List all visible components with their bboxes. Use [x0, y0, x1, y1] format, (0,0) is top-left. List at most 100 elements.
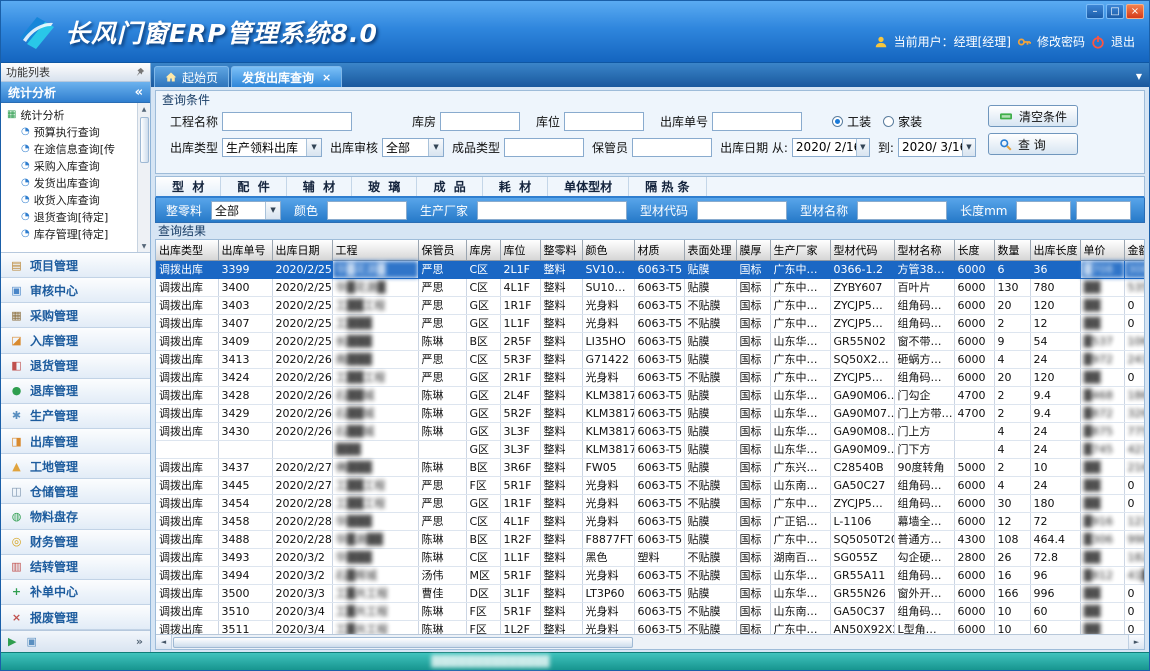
sidebar-module[interactable]: ▥ 结转管理 — [1, 555, 150, 580]
table-row[interactable]: 调拨出库34302020/2/26石▓▓城陈琳G区3L3F整料KLM381760… — [156, 422, 1144, 440]
sidebar-module[interactable]: ◨ 出库管理 — [1, 429, 150, 454]
close-button[interactable]: × — [1126, 4, 1144, 19]
minimize-button[interactable]: – — [1086, 4, 1104, 19]
tree-item[interactable]: ◔ 预算执行查询 — [7, 123, 136, 140]
sidebar-module[interactable]: ▤ 项目管理 — [1, 253, 150, 278]
manufacturer-input[interactable] — [477, 201, 627, 220]
sidebar-module[interactable]: × 报废管理 — [1, 605, 150, 630]
location-input[interactable] — [564, 112, 644, 131]
tree-scrollbar[interactable]: ▲ ▼ — [137, 103, 150, 252]
column-header[interactable]: 单价 — [1080, 240, 1124, 260]
table-row[interactable]: 调拨出库35102020/3/4工▓共工程陈琳F区5R1F整料光身料6063-T… — [156, 602, 1144, 620]
material-tab[interactable]: 玻 璃 — [352, 177, 417, 196]
table-row[interactable]: 调拨出库34002020/2/25华▓花源▓严思C区4L1F整料SU10…606… — [156, 278, 1144, 296]
audit-select[interactable]: 全部 ▼ — [382, 138, 444, 157]
scroll-up-icon[interactable]: ▲ — [142, 103, 147, 115]
scrollbar-thumb[interactable] — [173, 637, 633, 648]
material-tab[interactable]: 成 品 — [417, 177, 482, 196]
column-header[interactable]: 材质 — [634, 240, 684, 260]
whole-piece-select[interactable]: 全部 ▼ — [211, 201, 281, 220]
scroll-down-icon[interactable]: ▼ — [142, 240, 147, 252]
column-header[interactable]: 生产厂家 — [770, 240, 830, 260]
date-from-picker[interactable]: 2020/ 2/16 ▼ — [792, 138, 870, 157]
table-row[interactable]: 调拨出库34932020/3/2华▓▓▓陈琳C区1L1F整料黑色塑料不贴膜国标湖… — [156, 548, 1144, 566]
table-row[interactable]: 调拨出库35002020/3/3工▓共工程曹佳D区3L1F整料LT3P60606… — [156, 584, 1144, 602]
scrollbar-thumb[interactable] — [140, 117, 149, 163]
horizontal-scrollbar[interactable]: ◄ ► — [156, 634, 1144, 649]
sidebar-module[interactable]: ▦ 采购管理 — [1, 303, 150, 328]
column-header[interactable]: 整零料 — [540, 240, 582, 260]
table-row[interactable]: 调拨出库34452020/2/27工▓▓工程严思F区5R1F整料光身料6063-… — [156, 476, 1144, 494]
column-header[interactable]: 出库日期 — [272, 240, 332, 260]
column-header[interactable]: 颜色 — [582, 240, 634, 260]
sidebar-module[interactable]: ◍ 物料盘存 — [1, 504, 150, 529]
collapse-icon[interactable]: « — [135, 85, 143, 100]
product-type-input[interactable] — [504, 138, 584, 157]
sidebar-module[interactable]: ▲ 工地管理 — [1, 454, 150, 479]
table-row[interactable]: 调拨出库34282020/2/26石▓▓城陈琳G区2L4F整料KLM381760… — [156, 386, 1144, 404]
column-header[interactable]: 膜厚 — [736, 240, 770, 260]
change-password-button[interactable]: 修改密码 — [1037, 33, 1085, 50]
column-header[interactable]: 保管员 — [418, 240, 466, 260]
sidebar-section-statistics[interactable]: 统计分析 « — [1, 82, 150, 103]
material-tab[interactable]: 隔 热 条 — [629, 177, 706, 196]
material-tab[interactable]: 耗 材 — [483, 177, 548, 196]
column-header[interactable]: 金额 — [1124, 240, 1144, 260]
table-row[interactable]: 调拨出库34242020/2/26工▓▓工程严思G区2R1F整料光身料6063-… — [156, 368, 1144, 386]
table-row[interactable]: 调拨出库33992020/2/25华▓花源▓严思C区2L1F整料SV10…606… — [156, 260, 1144, 278]
column-header[interactable]: 库房 — [466, 240, 500, 260]
material-tab[interactable]: 配 件 — [221, 177, 286, 196]
date-to-picker[interactable]: 2020/ 3/16 ▼ — [898, 138, 976, 157]
table-row[interactable]: 调拨出库34882020/2/28华▓源▓▓陈琳B区1R2F整料F8877FT6… — [156, 530, 1144, 548]
column-header[interactable]: 工程 — [332, 240, 418, 260]
tree-item[interactable]: ◔ 收货入库查询 — [7, 191, 136, 208]
order-no-input[interactable] — [712, 112, 802, 131]
scroll-left-icon[interactable]: ◄ — [156, 635, 172, 649]
sidebar-module[interactable]: ● 退库管理 — [1, 379, 150, 404]
table-row[interactable]: ▓▓▓G区3L3F整料KLM38176063-T5贴膜国标山东华…GA90M09… — [156, 440, 1144, 458]
maximize-button[interactable]: □ — [1106, 4, 1124, 19]
radio-option[interactable]: 工装 — [832, 113, 871, 130]
material-tab[interactable]: 单体型材 — [548, 177, 629, 196]
length-max-input[interactable] — [1076, 201, 1131, 220]
tab-overflow-icon[interactable]: ▼ — [1136, 72, 1142, 81]
sidebar-module[interactable]: ▣ 审核中心 — [1, 278, 150, 303]
sidebar-tool-icon[interactable]: » — [136, 635, 143, 648]
clear-button[interactable]: 清空条件 — [988, 105, 1078, 127]
table-row[interactable]: 调拨出库34542020/2/28工▓▓工程严思G区1R1F整料光身料6063-… — [156, 494, 1144, 512]
pin-icon[interactable] — [135, 67, 145, 77]
scrollbar-track[interactable] — [172, 635, 1128, 649]
material-tab[interactable]: 型 材 — [156, 177, 221, 196]
table-row[interactable]: 调拨出库34032020/2/25工▓▓工程严思G区1R1F整料光身料6063-… — [156, 296, 1144, 314]
table-row[interactable]: 调拨出库34372020/2/27佛▓▓▓陈琳B区3R6F整料FW056063-… — [156, 458, 1144, 476]
color-input[interactable] — [327, 201, 407, 220]
length-min-input[interactable] — [1016, 201, 1071, 220]
project-name-input[interactable] — [222, 112, 352, 131]
sidebar-module[interactable]: ◧ 退货管理 — [1, 354, 150, 379]
column-header[interactable]: 出库类型 — [156, 240, 218, 260]
document-tab[interactable]: 发货出库查询 × — [231, 66, 342, 87]
tree-item[interactable]: ◔ 发货出库查询 — [7, 174, 136, 191]
column-header[interactable]: 表面处理 — [684, 240, 736, 260]
sidebar-module[interactable]: ◪ 入库管理 — [1, 328, 150, 353]
profile-name-input[interactable] — [857, 201, 947, 220]
table-row[interactable]: 调拨出库34132020/2/26南▓▓▓严思C区5R3F整料G71422606… — [156, 350, 1144, 368]
table-row[interactable]: 调拨出库34092020/2/25长▓▓▓陈琳B区2R5F整料LI35HO606… — [156, 332, 1144, 350]
logout-button[interactable]: 退出 — [1111, 33, 1135, 50]
out-type-select[interactable]: 生产领料出库 ▼ — [222, 138, 322, 157]
column-header[interactable]: 长度 — [954, 240, 994, 260]
column-header[interactable]: 库位 — [500, 240, 540, 260]
column-header[interactable]: 出库长度 — [1030, 240, 1080, 260]
warehouse-input[interactable] — [440, 112, 520, 131]
sidebar-module[interactable]: ◎ 财务管理 — [1, 530, 150, 555]
tab-close-icon[interactable]: × — [322, 71, 331, 84]
column-header[interactable]: 型材名称 — [894, 240, 954, 260]
column-header[interactable]: 出库单号 — [218, 240, 272, 260]
sidebar-tool-icon[interactable]: ▣ — [26, 635, 36, 648]
tree-item[interactable]: ◔ 退货查询[待定] — [7, 208, 136, 225]
tree-item[interactable]: ◔ 在途信息查询[传 — [7, 140, 136, 157]
tree-item[interactable]: ◔ 库存管理[待定] — [7, 225, 136, 242]
table-row[interactable]: 调拨出库34072020/2/25工▓▓▓严思G区1L1F整料光身料6063-T… — [156, 314, 1144, 332]
search-button[interactable]: 查 询 — [988, 133, 1078, 155]
sidebar-module[interactable]: + 补单中心 — [1, 580, 150, 605]
